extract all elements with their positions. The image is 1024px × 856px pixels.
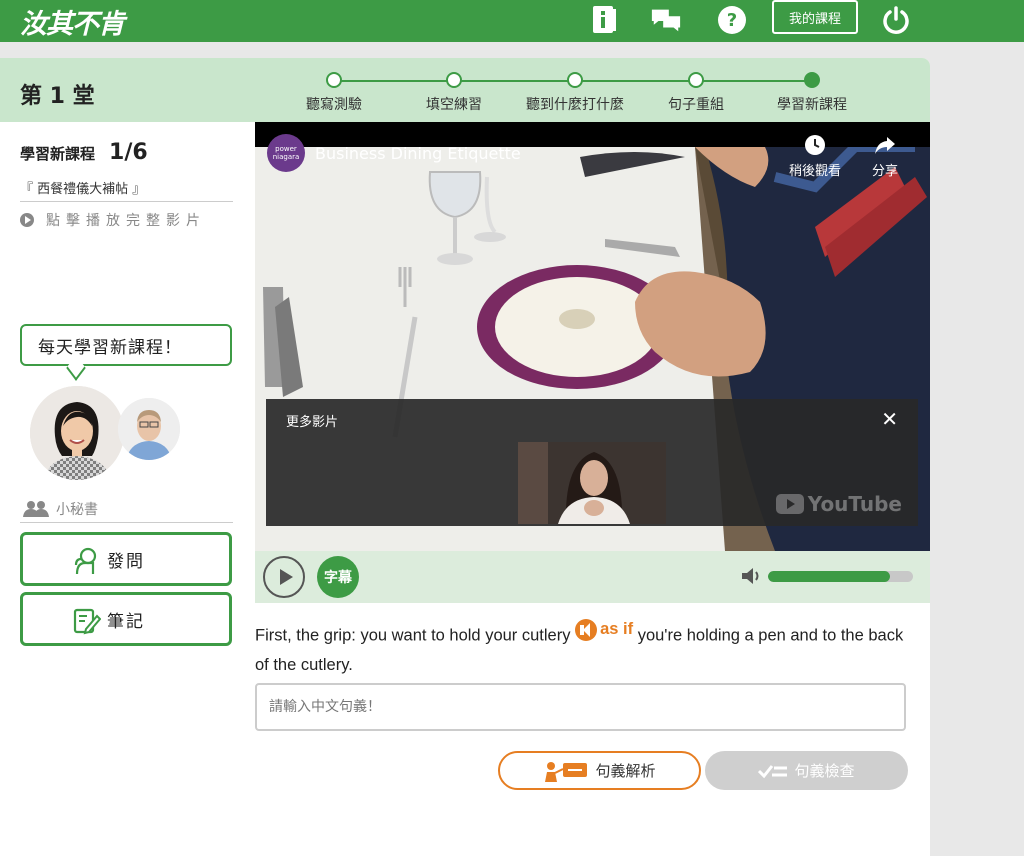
step-type-what-you-hear[interactable]: 聽到什麼打什麼	[515, 72, 635, 114]
step-label: 聽到什麼打什麼	[526, 97, 624, 113]
step-dot	[688, 72, 704, 88]
power-icon[interactable]	[880, 4, 912, 36]
secretary-label: 小秘書	[22, 499, 98, 519]
teacher-board-icon	[545, 761, 588, 782]
play-full-label: 點擊播放完整影片	[46, 213, 206, 229]
watch-later-button[interactable]: 稍後觀看	[785, 134, 845, 179]
course-heading: 學習新課程 1/6	[20, 140, 148, 165]
site-logo[interactable]: 汝其不肯	[20, 2, 125, 41]
tutor-avatar-female	[30, 386, 124, 480]
sentence-check-button[interactable]: 句義檢查	[705, 751, 908, 790]
play-button[interactable]	[263, 556, 305, 598]
divider	[20, 201, 233, 202]
share-button[interactable]: 分享	[855, 134, 915, 179]
edit-note-icon	[73, 608, 101, 635]
lesson-card: 第 1 堂 聽寫測驗 填空練習 聽到什麼打什麼 句子重組 學習新課程 學習新課程…	[0, 58, 930, 856]
youtube-label: YouTube	[807, 492, 902, 516]
step-label: 填空練習	[426, 97, 482, 113]
step-label: 學習新課程	[777, 97, 847, 113]
svg-text:?: ?	[727, 10, 737, 31]
sentence-check-label: 句義檢查	[794, 762, 855, 780]
step-label: 句子重組	[668, 97, 724, 113]
lesson-title: 第 1 堂	[20, 84, 95, 109]
watch-later-label: 稍後觀看	[788, 164, 841, 179]
secretary-text: 小秘書	[56, 502, 98, 518]
course-name: 『 西餐禮儀大補帖 』	[20, 182, 146, 197]
notes-button[interactable]: 筆記	[20, 592, 232, 646]
close-icon[interactable]: ✕	[881, 407, 898, 431]
lesson-header: 第 1 堂 聽寫測驗 填空練習 聽到什麼打什麼 句子重組 學習新課程	[0, 58, 930, 122]
course-progress: 1/6	[109, 140, 148, 165]
video-title-bar[interactable]: power niagara Business Dining Etiquette	[267, 134, 521, 172]
translation-input[interactable]	[255, 683, 906, 731]
step-sentence-reorder[interactable]: 句子重組	[636, 72, 756, 114]
help-icon[interactable]: ?	[716, 4, 748, 36]
volume-icon[interactable]	[741, 567, 763, 585]
video-title[interactable]: Business Dining Etiquette	[315, 144, 521, 163]
volume-level	[768, 571, 890, 582]
course-label: 學習新課程	[20, 145, 96, 163]
sentence-part-before: First, the grip: you want to hold your c…	[255, 626, 571, 645]
more-videos-title: 更多影片	[286, 415, 339, 430]
highlighted-phrase[interactable]: as if	[575, 615, 633, 644]
more-videos-panel: 更多影片 ✕ YouTube	[266, 399, 918, 526]
play-full-video-link[interactable]: 點擊播放完整影片	[20, 210, 206, 230]
step-dot	[446, 72, 462, 88]
speech-bubble: 每天學習新課程！	[20, 324, 232, 366]
subtitle-button[interactable]: 字幕	[317, 556, 359, 598]
check-list-icon	[758, 764, 788, 778]
sentence-analysis-label: 句義解析	[595, 762, 656, 780]
youtube-watermark[interactable]: YouTube	[775, 492, 902, 516]
youtube-icon	[775, 494, 804, 514]
tutor-avatar-male	[118, 398, 180, 460]
related-video-thumbnail[interactable]	[518, 442, 666, 524]
share-label: 分享	[871, 164, 898, 179]
step-learn-new-course[interactable]: 學習新課程	[752, 72, 872, 114]
ask-question-button[interactable]: 發問	[20, 532, 232, 586]
video-player[interactable]: power niagara Business Dining Etiquette …	[255, 122, 930, 551]
volume-slider[interactable]	[768, 571, 913, 582]
step-label: 聽寫測驗	[306, 97, 362, 113]
step-dictation[interactable]: 聽寫測驗	[274, 72, 394, 114]
left-panel: 學習新課程 1/6 『 西餐禮儀大補帖 』 點擊播放完整影片 每天學習新課程！	[0, 122, 245, 856]
top-bar: 汝其不肯 ? 我的課程	[0, 0, 1024, 42]
divider	[20, 522, 233, 523]
step-dot	[567, 72, 583, 88]
step-dot-active	[804, 72, 820, 88]
chat-icon[interactable]	[650, 4, 682, 36]
speaker-icon[interactable]	[575, 618, 598, 641]
notes-button-label: 筆記	[107, 611, 145, 632]
info-book-icon[interactable]	[588, 4, 620, 36]
play-circle-icon	[20, 213, 34, 227]
highlighted-phrase-text: as if	[600, 620, 634, 638]
english-sentence: First, the grip: you want to hold your c…	[255, 615, 915, 680]
player-controls: 字幕	[255, 551, 930, 603]
ask-person-icon	[74, 547, 97, 575]
step-dot	[326, 72, 342, 88]
channel-avatar[interactable]: power niagara	[267, 134, 305, 172]
my-course-button[interactable]: 我的課程	[772, 0, 858, 34]
users-icon	[23, 501, 49, 517]
ask-button-label: 發問	[107, 551, 145, 572]
step-fill-blank[interactable]: 填空練習	[394, 72, 514, 114]
share-icon	[875, 137, 895, 154]
sentence-analysis-button[interactable]: 句義解析	[498, 751, 701, 790]
clock-icon	[805, 135, 825, 155]
